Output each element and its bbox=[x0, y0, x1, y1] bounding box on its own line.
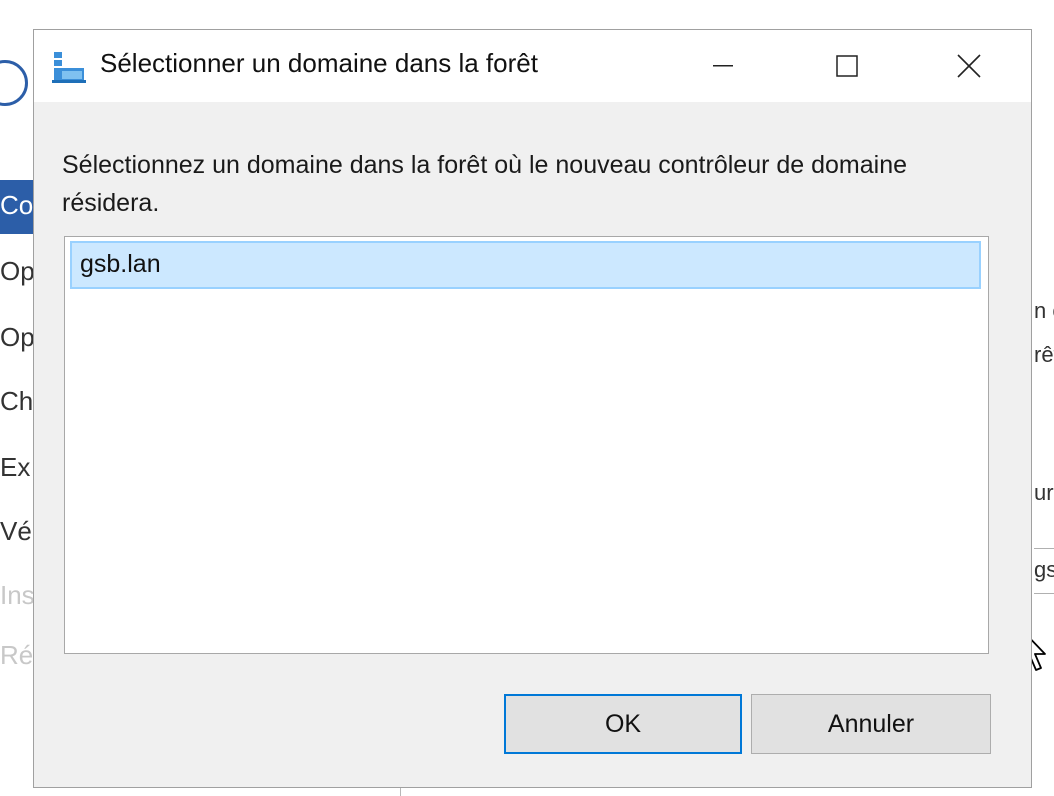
domain-listbox[interactable]: gsb.lan bbox=[64, 236, 989, 654]
maximize-button[interactable] bbox=[810, 30, 884, 102]
nav-item-configuration[interactable]: Co bbox=[0, 190, 34, 221]
minimize-icon bbox=[713, 65, 733, 67]
bg-domain-field[interactable]: gsl bbox=[1034, 548, 1054, 594]
bg-field-value: gsl bbox=[1034, 557, 1054, 582]
nav-item-review[interactable]: Ex bbox=[0, 452, 34, 483]
dialog-title: Sélectionner un domaine dans la forêt bbox=[100, 48, 538, 78]
nav-item-verification[interactable]: Vé bbox=[0, 516, 34, 547]
domain-list-item[interactable]: gsb.lan bbox=[70, 241, 981, 289]
title-bar[interactable]: Sélectionner un domaine dans la forêt bbox=[34, 30, 1031, 102]
close-button[interactable] bbox=[932, 30, 1006, 102]
instruction-text: Sélectionnez un domaine dans la forêt où… bbox=[62, 151, 908, 217]
minimize-button[interactable] bbox=[686, 30, 760, 102]
nav-item-paths[interactable]: Ch bbox=[0, 386, 34, 417]
select-domain-dialog: Sélectionner un domaine dans la forêt Sé… bbox=[33, 29, 1032, 788]
ok-button[interactable]: OK bbox=[504, 694, 742, 754]
nav-item-installation: Ins bbox=[0, 580, 34, 610]
maximize-icon bbox=[836, 55, 858, 77]
close-icon bbox=[957, 54, 981, 78]
nav-item-options-1[interactable]: Op bbox=[0, 256, 34, 287]
bg-text-fragment: rêt bbox=[1034, 342, 1054, 367]
wizard-logo-icon bbox=[0, 60, 28, 106]
bg-text-fragment: n c bbox=[1034, 298, 1054, 323]
cancel-button[interactable]: Annuler bbox=[751, 694, 991, 754]
bg-text-fragment: ur bbox=[1034, 480, 1054, 505]
nav-item-results: Ré bbox=[0, 640, 34, 670]
nav-item-options-2[interactable]: Op bbox=[0, 322, 34, 353]
domain-tree-icon bbox=[52, 52, 86, 83]
